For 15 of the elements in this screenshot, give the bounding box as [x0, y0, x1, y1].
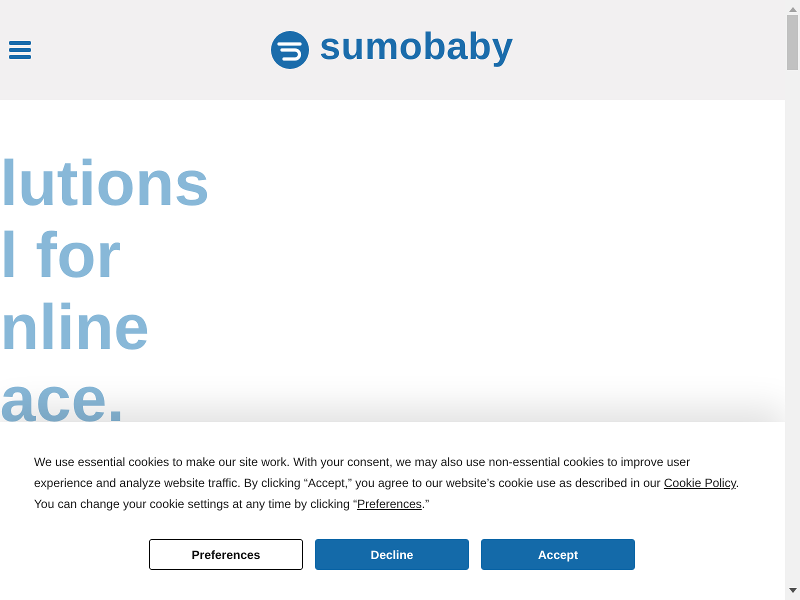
cookie-notice-text: We use essential cookies to make our site work. With your consent, we may also use non-essential cookies to improve user experience and analyze website traffic. By clicking “Accept,” you agree to our website’s cookie use as described in our Cookie Policy. You can change your cookie settings at any time by clicking “Preferences.”: [34, 454, 740, 513]
headline-line: nline: [0, 302, 150, 352]
scroll-down-arrow-icon[interactable]: [788, 588, 796, 593]
preferences-link[interactable]: Preferences: [357, 497, 422, 511]
decline-button[interactable]: Decline: [315, 539, 469, 570]
cookie-policy-link[interactable]: Cookie Policy: [664, 476, 736, 490]
menu-icon[interactable]: [9, 41, 31, 59]
headline-line: lutions: [0, 158, 210, 208]
logo-icon: [271, 31, 310, 69]
preferences-button[interactable]: Preferences: [149, 539, 303, 570]
logo-wordmark: sumobaby: [319, 28, 514, 66]
scrollbar-thumb[interactable]: [787, 15, 798, 70]
accept-button[interactable]: Accept: [481, 539, 635, 570]
headline-line: ace.: [0, 374, 125, 424]
headline-line: l for: [0, 230, 121, 280]
